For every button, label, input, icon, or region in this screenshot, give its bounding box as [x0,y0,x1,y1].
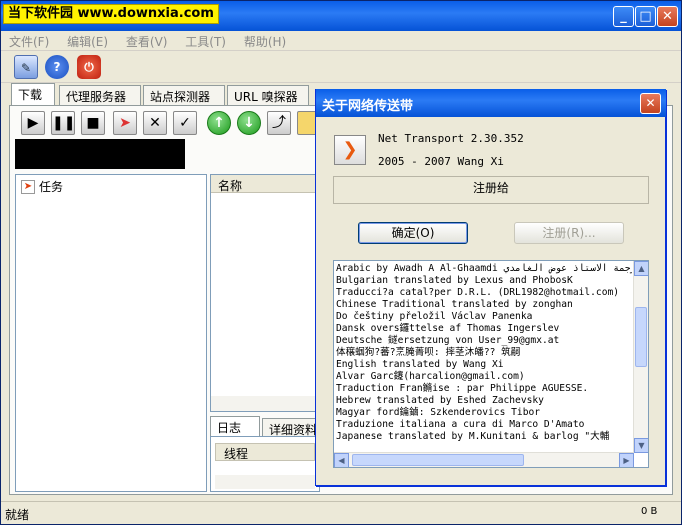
menu-view[interactable]: 查看(V) [118,31,174,50]
list-hscrollbar[interactable] [211,396,319,411]
tree-item-label: 任务 [39,180,64,194]
pause-icon[interactable]: ❚❚ [51,111,75,135]
credits-lines: Arabic by Awadh A Al-Ghaamdi ترجمة الاست… [336,263,632,443]
credit-line: Arabic by Awadh A Al-Ghaamdi ترجمة الاست… [336,263,632,274]
status-bar: 就绪 0 B [1,501,681,524]
move-down-icon[interactable]: ↓ [237,111,261,135]
ok-button[interactable]: 确定(O) [358,222,468,244]
task-list: 名称 [210,174,320,412]
minimize-button[interactable]: _ [613,6,634,27]
menu-bar: 文件(F) 编辑(E) 查看(V) 工具(T) 帮助(H) [1,31,681,51]
tab-details[interactable]: 详细资料 [262,418,322,438]
dialog-title[interactable]: 关于网络传送带 [316,89,666,117]
download-toolbar: ▶ ❚❚ ■ ➤ ✕ ✓ ↑ ↓ ⤴ [15,108,335,138]
credit-line: Chinese Traditional translated by zongha… [336,299,573,310]
tab-log[interactable]: 日志 [210,416,260,438]
new-task-icon[interactable]: ➤ [113,111,137,135]
scroll-right-icon[interactable]: ▶ [619,453,634,467]
tree-item-tasks[interactable]: ➤ 任务 [21,178,63,195]
task-icon: ➤ [21,179,35,194]
status-text: 就绪 [5,508,30,522]
scroll-left-icon[interactable]: ◀ [334,453,349,467]
menu-edit[interactable]: 编辑(E) [59,31,114,50]
credit-line: English translated by Wang Xi [336,359,504,370]
maximize-button[interactable]: □ [635,6,656,27]
status-counter: 0 B [641,506,658,517]
properties-icon[interactable]: ✎ [14,55,38,79]
app-version: Net Transport 2.30.352 [378,132,524,145]
registered-to-box: 注册给 [333,176,649,204]
exit-icon[interactable]: ⏻ [77,55,101,79]
credit-line: Do češtiny přeložil Václav Panenka [336,311,533,322]
hscroll-thumb[interactable] [352,454,524,466]
column-header-thread[interactable]: 线程 [215,443,315,461]
start-icon[interactable]: ▶ [21,111,45,135]
log-tabs: 日志 详细资料 [210,416,322,438]
copyright: 2005 - 2007 Wang Xi [378,155,504,168]
drop-target-box[interactable] [15,139,185,169]
stop-icon[interactable]: ■ [81,111,105,135]
properties-icon[interactable]: ✓ [173,111,197,135]
log-hscrollbar[interactable] [215,475,315,489]
open-folder-icon[interactable]: ⤴ [267,111,291,135]
tab-download[interactable]: 下载 [11,83,55,105]
menu-tools[interactable]: 工具(T) [177,31,232,50]
credit-line: 体穣蝈狗?蕃?烹腌菁呗: 摔茎沐皤?? 筑嗣 [336,347,521,358]
scroll-down-icon[interactable]: ▼ [634,438,648,453]
menu-help[interactable]: 帮助(H) [236,31,292,50]
dialog-close-button[interactable]: ✕ [640,93,661,114]
credit-line: Dansk overs鑼ttelse af Thomas Ingerslev [336,323,560,334]
task-tree: ➤ 任务 [15,174,207,492]
about-dialog: 关于网络传送带 ✕ ❯ Net Transport 2.30.352 2005 … [315,89,666,486]
credit-line: Deutsche 鐩ersetzung von User_99@gmx.at [336,335,560,346]
credit-line: Japanese translated by M.Kunitani & barl… [336,431,610,442]
credit-line: Hebrew translated by Eshed Zachevsky [336,395,544,406]
credit-line: Bulgarian translated by Lexus and Phobos… [336,275,573,286]
menu-file[interactable]: 文件(F) [1,31,55,50]
register-button[interactable]: 注册(R)... [514,222,624,244]
credit-line: Traducci?a catal?per D.R.L. (DRL1982@hot… [336,287,620,298]
move-up-icon[interactable]: ↑ [207,111,231,135]
vscroll-thumb[interactable] [635,307,647,367]
close-button[interactable]: ✕ [657,6,678,27]
delete-icon[interactable]: ✕ [143,111,167,135]
credit-line: Alvar Garc鑳(harcalion@gmail.com) [336,371,525,382]
tab-proxy[interactable]: 代理服务器 [59,85,141,105]
app-logo-icon: ❯ [334,135,366,165]
credits-vscrollbar[interactable]: ▲ ▼ [633,261,648,453]
main-toolbar: ✎ ? ⏻ [1,51,681,83]
credit-line: Traduzione italiana a cura di Marco D'Am… [336,419,585,430]
log-panel: 线程 [210,436,320,492]
credits-hscrollbar[interactable]: ◀ ▶ [334,452,634,467]
watermark-logo: 当下软件园 www.downxia.com [3,4,219,24]
column-header-name[interactable]: 名称 [211,175,319,193]
scroll-up-icon[interactable]: ▲ [634,261,648,276]
help-icon[interactable]: ? [45,55,69,79]
credit-line: Magyar ford鑰鏀: Szkenderovics Tibor [336,407,541,418]
tab-site-probe[interactable]: 站点探测器 [143,85,225,105]
credits-list: Arabic by Awadh A Al-Ghaamdi ترجمة الاست… [333,260,649,468]
credit-line: Traduction Fran鏅ise : par Philippe AGUES… [336,383,589,394]
tab-url-sniffer[interactable]: URL 嗅探器 [227,85,309,105]
title-bar[interactable]: 当下软件园 www.downxia.com _ □ ✕ [1,1,681,31]
registered-label: 注册给 [472,181,509,195]
